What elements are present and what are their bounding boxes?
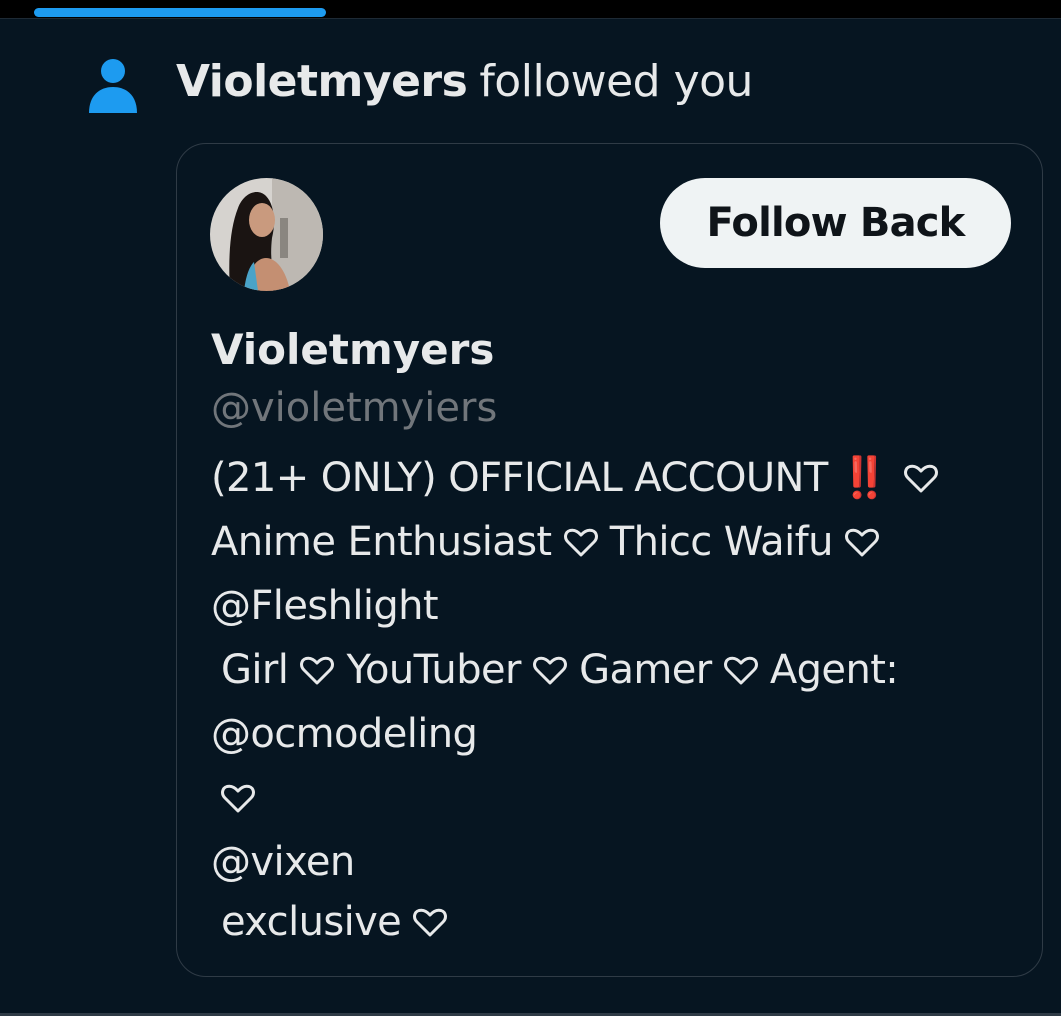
double-exclamation-emoji: ‼️ [839,455,892,501]
heart-icon [413,908,448,937]
mention-link[interactable]: @ocmodeling [211,711,478,757]
bio-text: exclusive [221,899,402,945]
notification-action: followed you [479,56,753,107]
notification-actor-name[interactable]: Violetmyers [176,56,468,107]
heart-icon [300,656,335,685]
divider [0,18,1061,19]
bio-text: YouTuber [346,647,522,693]
notification-text: Violetmyers followed you [176,56,753,108]
bio-line: exclusive [221,890,448,954]
bio-text: Gamer [579,647,712,693]
bio-line: Girl YouTuber Gamer Agent: [221,638,899,702]
follow-back-button[interactable]: Follow Back [660,178,1011,268]
profile-handle[interactable]: @violetmyiers [211,380,497,436]
profile-avatar[interactable] [210,178,323,291]
heart-icon [221,784,255,813]
bio-line: @vixen [211,830,355,894]
bio-text: Anime Enthusiast [211,519,552,565]
bio-line [221,766,255,830]
heart-icon [563,528,598,557]
mention-link[interactable]: @vixen [211,839,355,885]
bio-line: @ocmodeling [211,702,478,766]
heart-icon [845,528,879,557]
bio-text: Girl [221,647,289,693]
profile-display-name[interactable]: Violetmyers [211,322,494,378]
heart-icon [533,656,567,685]
bio-text: (21+ ONLY) OFFICIAL ACCOUNT [211,455,828,501]
bio-line: (21+ ONLY) OFFICIAL ACCOUNT ‼️ [211,446,938,510]
mention-link[interactable]: @Fleshlight [211,583,439,629]
bio-line: @Fleshlight [211,574,439,638]
heart-icon [723,656,758,685]
bio-text: Thicc Waifu [609,519,834,565]
person-icon [89,59,137,113]
bio-line: Anime Enthusiast Thicc Waifu [211,510,879,574]
active-tab-indicator [34,8,326,17]
bio-text: Agent: [769,647,899,693]
heart-icon [903,464,938,493]
